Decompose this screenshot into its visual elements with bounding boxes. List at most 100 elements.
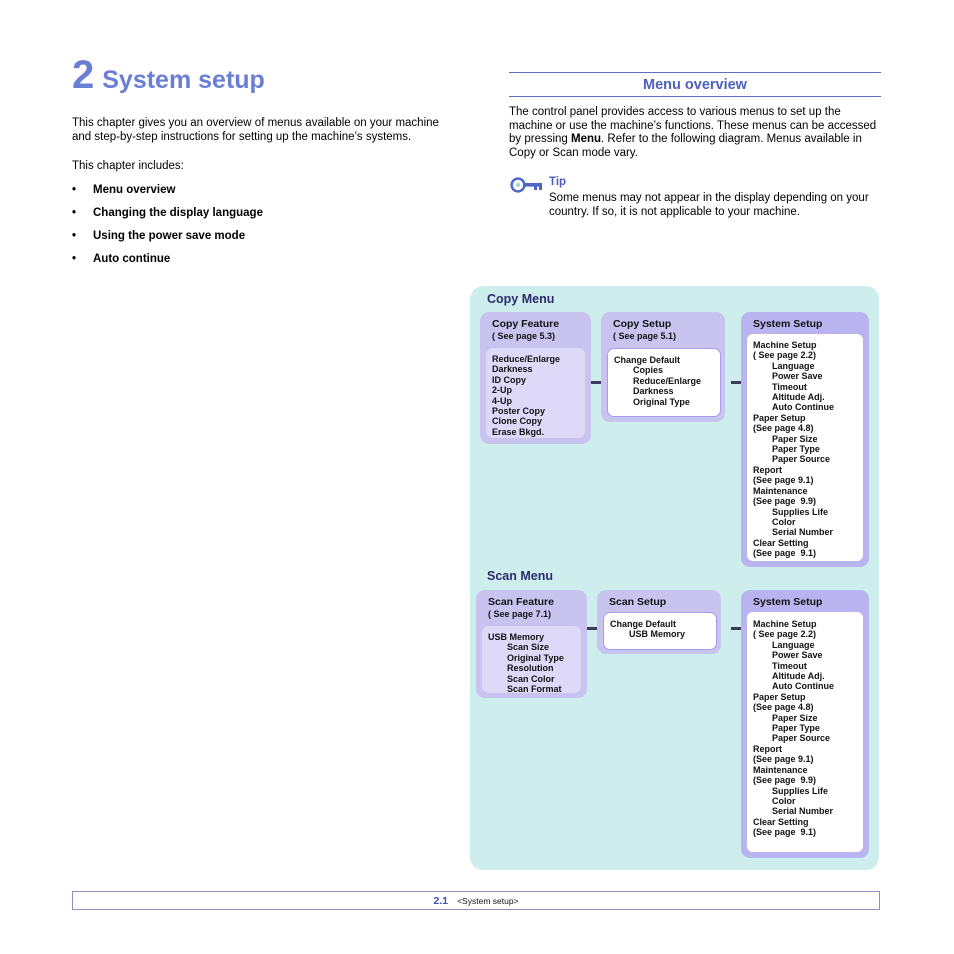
system-setup-item: Timeout [772,381,807,392]
footer-page-number: 2.1 [433,894,449,907]
scan-setup-title: Scan Setup [609,596,667,608]
copy-setup-item: Copies [633,365,664,376]
system-setup-item: Paper Size [772,433,818,444]
system-setup-item: Serial Number [772,527,834,538]
system-setup-item: Color [772,516,796,527]
system-setup-item: Power Save [772,371,823,382]
system-setup-item: Supplies Life [772,785,829,796]
scan-feature-item: Scan Format [507,684,562,695]
system-setup-item: Power Save [772,650,823,661]
chapter-column: 2 System setup This chapter gives you an… [72,55,462,275]
chapter-title: System setup [102,66,265,94]
system-setup-item: Paper Setup [753,412,806,423]
system-setup-item: Language [772,639,815,650]
system-setup-item: Auto Continue [772,402,834,413]
section-rule-bottom [509,96,881,97]
scan-setup-item: Change Default [610,619,677,629]
scan-menu-heading: Scan Menu [487,569,553,583]
copy-setup-items: Change Default Copies Reduce/Enlarge Dar… [607,348,721,417]
copy-menu-heading: Copy Menu [487,292,555,306]
system-setup-item: (See page 4.8) [753,702,814,713]
list-item-label: Changing the display language [93,207,263,219]
scan-feature-item: Scan Size [507,642,550,653]
system-setup-scan-items: Machine Setup ( See page 2.2) Language P… [747,612,863,852]
system-setup-item: Auto Continue [772,681,834,692]
document-page: 2 System setup This chapter gives you an… [0,0,954,954]
copy-feature-item: Darkness [492,364,533,375]
system-setup-copy-items: Machine Setup ( See page 2.2) Language P… [747,334,863,561]
scan-feature-item: Original Type [507,652,564,663]
system-setup-item: ( See page 2.2) [753,350,817,361]
scan-setup-item: USB Memory [629,629,686,640]
system-setup-item: (See page 4.8) [753,423,814,434]
system-setup-item: Maintenance [753,485,808,496]
system-setup-item: Machine Setup [753,619,817,629]
copy-feature-page: ( See page 5.3) [492,331,556,341]
system-setup-item: (See page 9.1) [753,827,817,838]
list-item-label: Using the power save mode [93,230,246,242]
system-setup-item: Altitude Adj. [772,671,825,682]
system-setup-item: Paper Type [772,723,820,734]
copy-feature-item: Reduce/Enlarge [492,354,561,364]
chapter-bullet-list: • Menu overview • Changing the display l… [72,183,462,266]
copy-feature-item: Clone Copy [492,416,543,427]
copy-setup-item: Change Default [614,355,681,365]
tip-callout: Tip Some menus may not appear in the dis… [509,176,881,219]
chapter-number: 2 [72,53,94,97]
scan-feature-page: ( See page 7.1) [488,609,552,619]
scan-feature-item: USB Memory [488,632,545,642]
chapter-includes-label: This chapter includes: [72,160,184,172]
tip-label: Tip [549,176,567,189]
copy-feature-item: 4-Up [492,395,512,406]
page-footer: 2.1 <System setup> [72,891,880,910]
copy-feature-item: Erase Bkgd. [492,426,545,437]
system-setup-item: Timeout [772,660,807,671]
system-setup-item: (See page 9.1) [753,475,814,486]
footer-label: <System setup> [457,895,519,906]
bullet-marker: • [72,184,77,196]
system-setup-item: ( See page 2.2) [753,629,817,640]
section-body-menu-keyword: Menu [571,133,602,146]
section-body: The control panel provides access to var… [509,106,881,160]
system-setup-item: Paper Type [772,444,820,455]
copy-setup-item: Original Type [633,396,690,407]
system-setup-item: Color [772,795,796,806]
system-setup-item: Report [753,743,782,754]
system-setup-item: Clear Setting [753,537,809,548]
system-setup-item: Supplies Life [772,506,829,517]
system-setup-item: Language [772,360,815,371]
list-item[interactable]: • Auto continue [72,252,462,266]
chapter-intro: This chapter gives you an overview of me… [72,117,439,143]
list-item[interactable]: • Menu overview [72,183,462,197]
system-setup-scan-title: System Setup [753,596,823,608]
section-title: Menu overview [643,77,747,93]
key-icon [510,177,544,193]
system-setup-item: Paper Setup [753,691,806,702]
system-setup-item: Report [753,464,782,475]
system-setup-item: Paper Size [772,712,818,723]
system-setup-item: (See page 9.1) [753,754,814,765]
scan-feature-title: Scan Feature [488,596,554,608]
copy-setup-title: Copy Setup [613,318,672,330]
bullet-marker: • [72,207,77,219]
menu-overview-diagram: Copy Menu Scan Menu Copy Feature ( See p… [470,286,879,870]
bullet-marker: • [72,253,77,265]
copy-setup-page: ( See page 5.1) [613,331,677,341]
copy-feature-title: Copy Feature [492,318,560,330]
copy-feature-items: Reduce/Enlarge Darkness ID Copy 2-Up 4-U… [486,348,585,438]
system-setup-item: Machine Setup [753,340,817,350]
chapter-heading: 2 System setup [72,55,462,95]
copy-setup-item: Darkness [633,386,674,397]
system-setup-item: Paper Source [772,733,831,744]
system-setup-item: Serial Number [772,806,834,817]
section-column: Menu overview The control panel provides… [509,72,881,220]
list-item[interactable]: • Using the power save mode [72,229,462,243]
scan-feature-items: USB Memory Scan Size Original Type Resol… [482,626,581,695]
list-item[interactable]: • Changing the display language [72,206,462,220]
system-setup-copy-title: System Setup [753,318,823,330]
system-setup-item: (See page 9.9) [753,775,817,786]
system-setup-item: Altitude Adj. [772,392,825,403]
system-setup-item: Clear Setting [753,816,809,827]
scan-feature-item: Scan Color [507,673,555,684]
bullet-marker: • [72,230,77,242]
